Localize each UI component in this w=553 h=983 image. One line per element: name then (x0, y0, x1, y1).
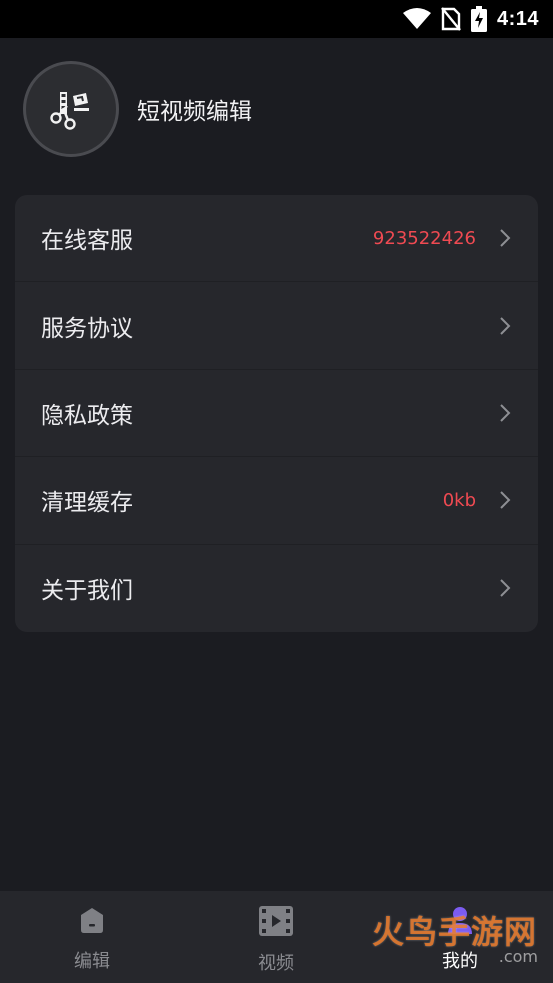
chevron-right-icon (500, 579, 511, 597)
app-name: 短视频编辑 (137, 99, 252, 125)
battery-charging-icon (470, 6, 487, 32)
menu-item-privacy-policy[interactable]: 隐私政策 (15, 370, 538, 458)
tab-label: 视频 (258, 953, 294, 974)
menu-item-label: 在线客服 (41, 228, 133, 255)
tab-label: 我的 (442, 951, 478, 972)
cache-size-value: 0kb (442, 489, 476, 511)
menu-item-value: 923522426 (372, 227, 476, 249)
status-bar: 4:14 (0, 0, 553, 38)
home-icon (81, 908, 103, 933)
chevron-right-icon (500, 404, 511, 422)
menu-item-service-agreement[interactable]: 服务协议 (15, 282, 538, 370)
menu-item-label: 关于我们 (41, 578, 133, 605)
video-edit-logo-icon (50, 92, 89, 130)
menu-item-label: 服务协议 (41, 315, 133, 342)
settings-menu: 在线客服 923522426 服务协议 隐私政策 清理缓存 0kb 关于我们 (15, 195, 538, 632)
chevron-right-icon (500, 229, 511, 247)
chevron-right-icon (500, 316, 511, 335)
menu-item-label: 清理缓存 (41, 490, 133, 517)
tab-mine[interactable]: 我的 (368, 891, 552, 983)
film-icon (259, 906, 293, 936)
chevron-right-icon (500, 491, 511, 510)
avatar[interactable] (23, 61, 119, 157)
user-icon (448, 907, 472, 934)
menu-item-online-service[interactable]: 在线客服 923522426 (15, 195, 538, 283)
tab-video[interactable]: 视频 (184, 891, 368, 983)
tab-edit[interactable]: 编辑 (0, 891, 184, 983)
menu-item-label: 隐私政策 (41, 402, 133, 429)
menu-item-about-us[interactable]: 关于我们 (15, 545, 538, 632)
status-time: 4:14 (496, 7, 539, 30)
bottom-tab-bar: 编辑 视频 我的 (0, 891, 553, 983)
menu-item-clear-cache[interactable]: 清理缓存 0kb (15, 457, 538, 545)
wifi-icon (402, 8, 431, 29)
profile-header: 短视频编辑 (23, 61, 252, 157)
tab-label: 编辑 (74, 951, 110, 972)
no-sim-icon (441, 7, 461, 31)
